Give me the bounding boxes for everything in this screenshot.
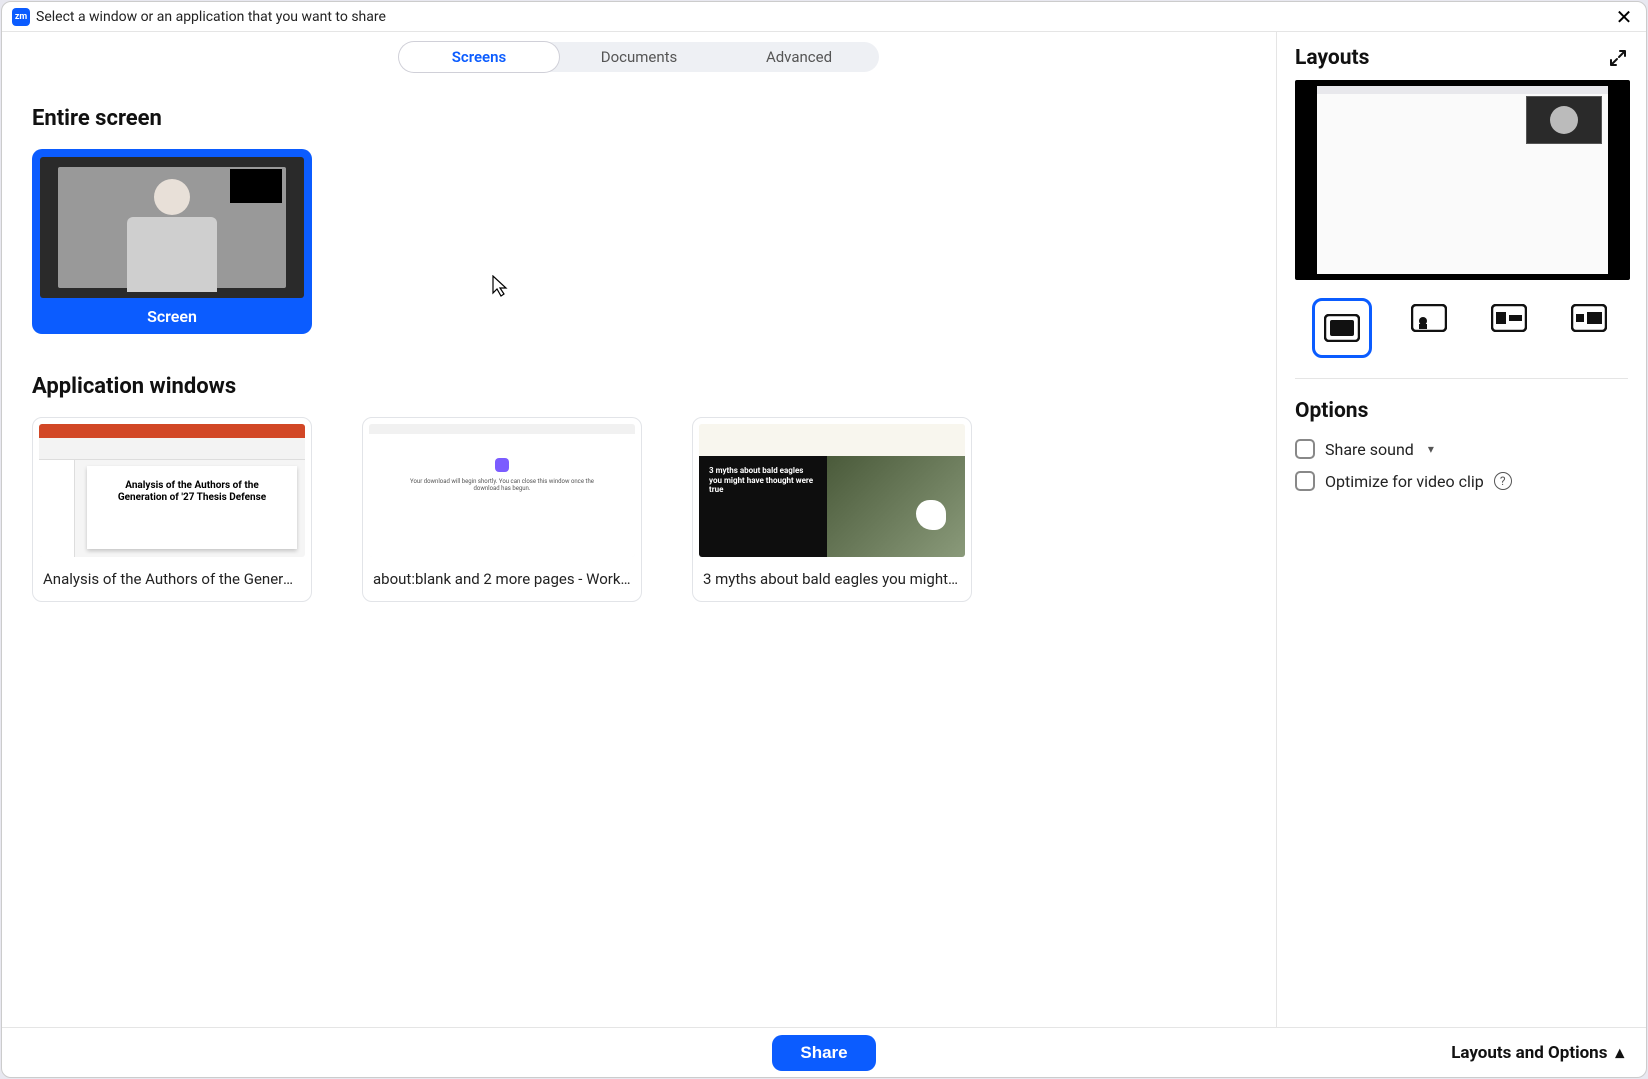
tab-advanced[interactable]: Advanced bbox=[719, 42, 879, 72]
footer: Share Layouts and Options ▴ bbox=[2, 1027, 1646, 1077]
optimize-label: Optimize for video clip bbox=[1325, 472, 1484, 491]
layout-option-split[interactable] bbox=[1566, 298, 1612, 338]
app-window-powerpoint[interactable]: Analysis of the Authors of the Generatio… bbox=[32, 417, 312, 602]
share-sound-label: Share sound bbox=[1325, 440, 1414, 459]
app-window-browser-eagles[interactable]: 3 myths about bald eagles you might have… bbox=[692, 417, 972, 602]
app-label: Analysis of the Authors of the Generati.… bbox=[33, 557, 311, 601]
app-label: 3 myths about bald eagles you might h... bbox=[693, 557, 971, 601]
cursor-icon bbox=[492, 275, 510, 297]
layout-preview bbox=[1295, 80, 1630, 280]
screen-card-label: Screen bbox=[32, 298, 312, 334]
screen-card[interactable]: Screen bbox=[32, 149, 312, 334]
tabs: Screens Documents Advanced bbox=[399, 42, 879, 72]
screen-thumbnail bbox=[40, 157, 304, 298]
option-share-sound[interactable]: Share sound ▾ bbox=[1295, 433, 1628, 465]
chevron-down-icon[interactable]: ▾ bbox=[1428, 442, 1434, 456]
checkbox-optimize-video[interactable] bbox=[1295, 471, 1315, 491]
layouts-options-toggle[interactable]: Layouts and Options ▴ bbox=[1451, 1043, 1624, 1063]
tab-documents[interactable]: Documents bbox=[559, 42, 719, 72]
caret-up-icon: ▴ bbox=[1615, 1043, 1624, 1063]
app-window-browser-blank[interactable]: Your download will begin shortly. You ca… bbox=[362, 417, 642, 602]
app-label: about:blank and 2 more pages - Work ... bbox=[363, 557, 641, 601]
close-icon[interactable]: ✕ bbox=[1612, 5, 1636, 29]
section-app-windows: Application windows bbox=[32, 374, 1246, 399]
layout-option-pip[interactable] bbox=[1406, 298, 1452, 338]
sidebar-options-title: Options bbox=[1295, 399, 1628, 423]
titlebar: zm Select a window or an application tha… bbox=[2, 2, 1646, 32]
expand-icon[interactable] bbox=[1608, 48, 1628, 68]
app-thumbnail: 3 myths about bald eagles you might have… bbox=[699, 424, 965, 557]
app-thumbnail: Your download will begin shortly. You ca… bbox=[369, 424, 635, 557]
app-thumbnail: Analysis of the Authors of the Generatio… bbox=[39, 424, 305, 557]
window-title: Select a window or an application that y… bbox=[36, 9, 1606, 25]
share-button[interactable]: Share bbox=[772, 1035, 875, 1071]
app-icon: zm bbox=[12, 8, 30, 26]
option-optimize-video[interactable]: Optimize for video clip ? bbox=[1295, 465, 1628, 497]
tab-screens[interactable]: Screens bbox=[399, 42, 559, 72]
checkbox-share-sound[interactable] bbox=[1295, 439, 1315, 459]
layout-option-full[interactable] bbox=[1312, 298, 1372, 358]
help-icon[interactable]: ? bbox=[1494, 472, 1512, 490]
layout-option-side[interactable] bbox=[1486, 298, 1532, 338]
sidebar-layouts-title: Layouts bbox=[1295, 46, 1369, 70]
section-entire-screen: Entire screen bbox=[32, 106, 1246, 131]
